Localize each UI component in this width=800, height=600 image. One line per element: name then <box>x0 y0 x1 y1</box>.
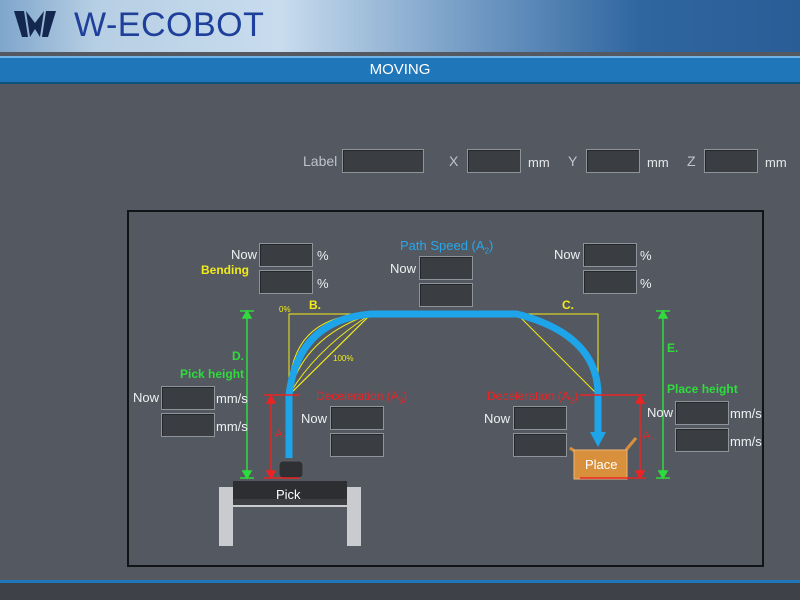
place-height-label: Place height <box>667 382 738 396</box>
pick-height-now-caption: Now <box>133 390 160 405</box>
place-height-marker-e: E. <box>667 341 679 355</box>
pick-decel-now-caption: Now <box>301 411 328 426</box>
path-speed-field[interactable] <box>419 283 473 307</box>
place-label: Place <box>585 457 618 472</box>
bending-b-unit: % <box>317 276 329 291</box>
gripper-icon <box>278 460 304 479</box>
motion-path-diagram <box>219 309 670 546</box>
bending-hundred-pct: 100% <box>333 354 354 363</box>
place-decel-now-field <box>513 406 567 430</box>
bending-c-field[interactable] <box>583 270 637 294</box>
path-speed-now-caption: Now <box>390 261 417 276</box>
place-decel-label: Deceleration (A3) <box>487 389 579 406</box>
place-decel-field[interactable] <box>513 433 567 457</box>
bending-b-now-field <box>259 243 313 267</box>
footer-bar <box>0 580 800 600</box>
place-decel-marker-a: A. <box>643 430 654 442</box>
pick-height-field[interactable] <box>161 413 215 437</box>
pick-label: Pick <box>276 487 301 502</box>
pick-height-unit: mm/s <box>216 419 248 434</box>
pick-height-now-field <box>161 386 215 410</box>
pick-height-marker-d: D. <box>232 349 244 363</box>
bending-b-now-caption: Now <box>231 247 258 262</box>
bending-b-marker: B. <box>309 298 321 312</box>
path-speed-now-field <box>419 256 473 280</box>
pick-decel-label: Deceleration (A3) <box>316 389 408 406</box>
pick-decel-marker-a: A. <box>275 428 286 440</box>
bending-c-marker: C. <box>562 298 574 312</box>
place-height-now-unit: mm/s <box>730 406 762 421</box>
place-height-now-field <box>675 401 729 425</box>
bending-label: Bending <box>201 263 249 277</box>
path-arrow-icon <box>590 432 606 447</box>
bending-zero-pct: 0% <box>279 305 291 314</box>
place-height-field[interactable] <box>675 428 729 452</box>
bending-c-now-caption: Now <box>554 247 581 262</box>
bending-c-unit: % <box>640 276 652 291</box>
path-speed-label: Path Speed (A2) <box>400 238 494 256</box>
place-height-now-caption: Now <box>647 405 674 420</box>
bending-c-now-unit: % <box>640 248 652 263</box>
pick-height-now-unit: mm/s <box>216 391 248 406</box>
place-decel-now-caption: Now <box>484 411 511 426</box>
bending-b-field[interactable] <box>259 270 313 294</box>
pick-height-label: Pick height <box>180 367 245 381</box>
place-height-unit: mm/s <box>730 434 762 449</box>
bending-c-now-field <box>583 243 637 267</box>
pick-decel-field[interactable] <box>330 433 384 457</box>
pick-decel-now-field <box>330 406 384 430</box>
bending-b-now-unit: % <box>317 248 329 263</box>
